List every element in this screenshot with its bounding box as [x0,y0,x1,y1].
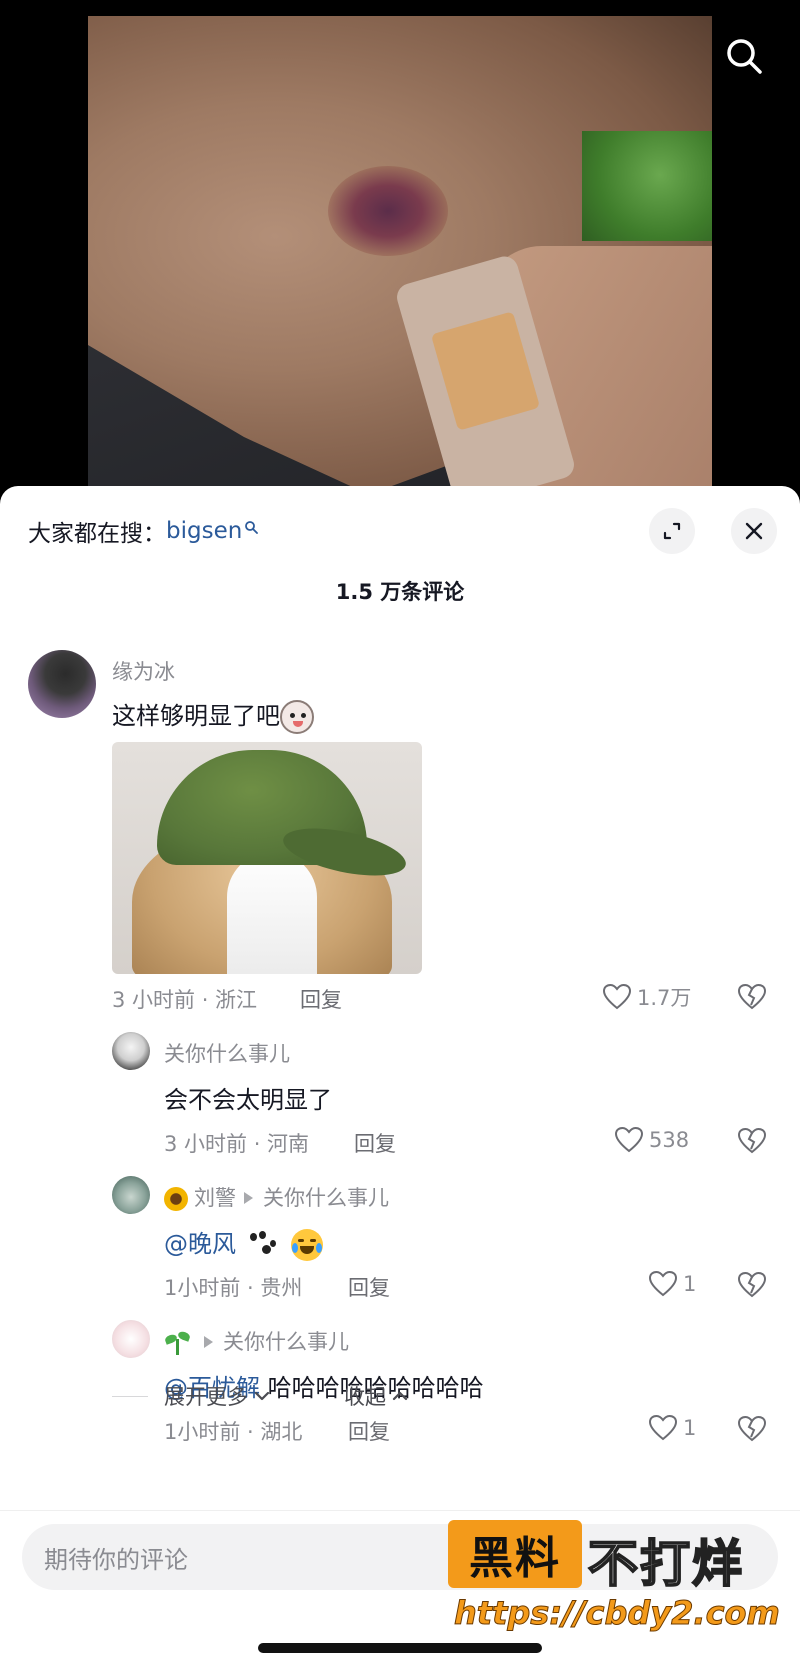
collapse-button[interactable]: 收起 [344,1381,408,1411]
comment-input-bar: 期待你的评论 [0,1510,800,1665]
sprout-emoji [163,1330,192,1355]
home-indicator[interactable] [258,1643,542,1653]
divider [112,1396,148,1397]
comment-meta: 3 小时前 · 浙江 [112,988,258,1012]
dislike-icon[interactable] [737,983,767,1011]
avatar[interactable] [28,650,96,718]
avatar[interactable] [112,1032,150,1070]
reply-button[interactable]: 回复 [348,1272,390,1302]
dog-emoji [280,700,314,734]
dislike-icon[interactable] [737,1415,767,1443]
reply-meta: 3 小时前 · 河南 [164,1132,310,1156]
chevron-down-icon [254,1391,270,1401]
video-frame-photo [88,16,712,506]
hot-search[interactable]: 大家都在搜： bigsen [28,514,259,548]
comment-sheet: 大家都在搜： bigsen 1.5 万条评论 缘为冰 这样够明显了吧 3 小时前… [0,486,800,1665]
search-button[interactable] [720,32,768,80]
expand-icon [663,522,681,540]
reply-arrow-icon [244,1192,253,1204]
like-count: 1 [683,1416,697,1440]
comment-text-body: 这样够明显了吧 [112,702,280,730]
reply-username[interactable]: 刘警 [194,1186,236,1210]
comment-image[interactable] [112,742,422,974]
expand-button[interactable] [649,508,695,554]
search-icon [727,39,762,74]
close-button[interactable] [731,508,777,554]
crying-laughing-emoji [291,1229,324,1261]
reply-button[interactable]: 回复 [348,1416,390,1446]
reply-text: 会不会太明显了 [164,1086,332,1114]
like-count: 1.7万 [637,986,692,1010]
comment-text: 这样够明显了吧 [112,696,314,734]
like-button[interactable]: 1 [648,1414,696,1442]
like-count: 538 [649,1128,690,1152]
comment-input[interactable]: 期待你的评论 [22,1524,778,1590]
heart-icon [648,1270,678,1297]
expand-more-label: 展开更多 [164,1385,248,1409]
dislike-icon[interactable] [737,1271,767,1299]
hot-search-term[interactable]: bigsen [166,518,242,544]
reply-button[interactable]: 回复 [300,984,342,1014]
dislike-icon[interactable] [737,1127,767,1155]
reply-username-line: 刘警 关你什么事儿 [164,1182,389,1212]
paw-emoji [248,1231,278,1259]
video-area[interactable] [0,0,800,506]
reply-to-username[interactable]: 关你什么事儿 [263,1186,389,1210]
heart-icon [648,1414,678,1441]
replies-toggle-bar: 展开更多 收起 [0,1381,800,1411]
like-button[interactable]: 1.7万 [602,982,691,1012]
reply-text: @晚风 [164,1224,324,1261]
comment-input-placeholder: 期待你的评论 [44,1545,188,1574]
reply-button[interactable]: 回复 [354,1128,396,1158]
search-icon [245,521,259,534]
reply-arrow-icon [204,1336,213,1348]
reply-meta: 1小时前 · 贵州 [164,1276,303,1300]
sunflower-emoji [164,1187,188,1211]
like-button[interactable]: 1 [648,1270,696,1298]
mention-link[interactable]: @晚风 [164,1230,236,1258]
expand-more-button[interactable]: 展开更多 [164,1381,270,1411]
reply-to-username[interactable]: 关你什么事儿 [223,1330,349,1354]
comment-count-title: 1.5 万条评论 [335,580,465,604]
avatar[interactable] [112,1320,150,1358]
background-greenery [582,131,712,241]
close-icon [745,522,763,540]
like-button[interactable]: 538 [614,1126,689,1154]
avatar[interactable] [112,1176,150,1214]
comment-username[interactable]: 缘为冰 [112,656,175,686]
hot-search-prefix: 大家都在搜： [28,521,166,547]
reply-username[interactable]: 关你什么事儿 [164,1038,290,1068]
heart-icon [614,1126,644,1153]
neck-bruise [328,166,448,256]
like-count: 1 [683,1272,697,1296]
chevron-up-icon [392,1391,408,1401]
reply-meta: 1小时前 · 湖北 [164,1420,303,1444]
collapse-label: 收起 [344,1385,386,1409]
reply-username-line: 关你什么事儿 [163,1326,349,1356]
image-mannequin-head [227,852,317,974]
heart-icon [602,983,632,1010]
